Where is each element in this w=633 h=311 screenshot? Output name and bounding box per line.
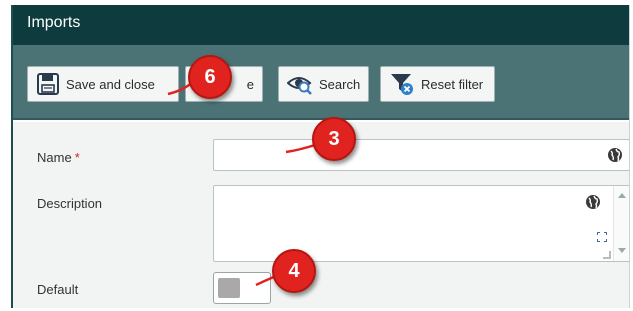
callout-badge: 6 xyxy=(188,55,232,99)
callout-leaders xyxy=(167,79,319,287)
callout-badge: 4 xyxy=(272,249,316,293)
callout-badge: 3 xyxy=(312,117,356,161)
